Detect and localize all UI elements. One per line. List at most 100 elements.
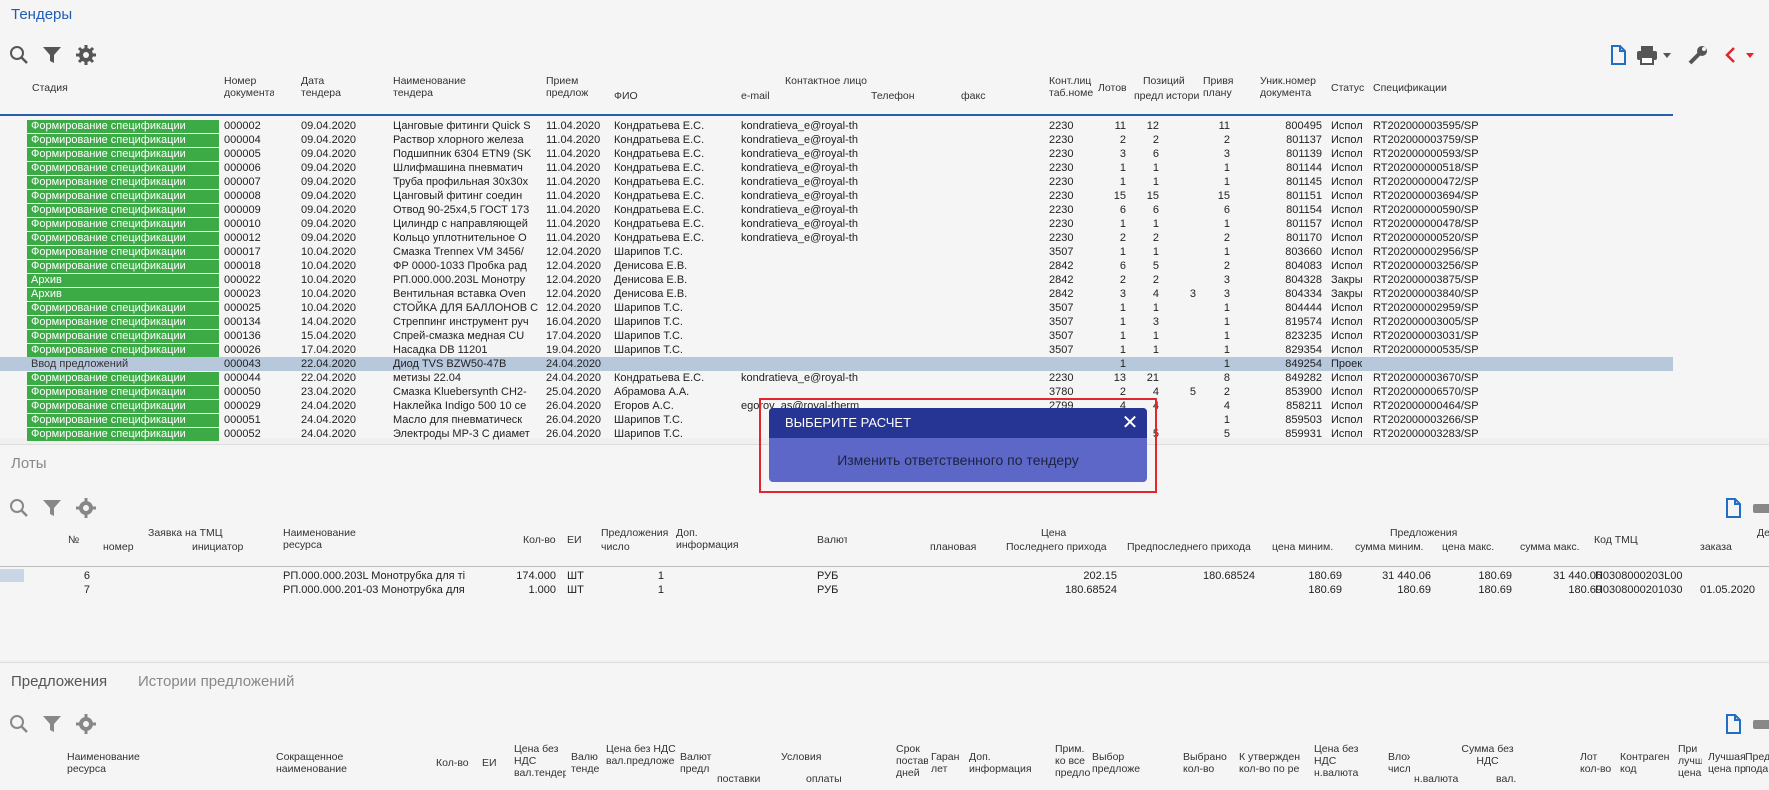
search-icon[interactable] <box>8 497 30 519</box>
col-pos-history[interactable]: истори <box>1166 90 1202 102</box>
col-order[interactable]: заказа <box>1700 541 1760 553</box>
col-offer-choose[interactable]: Выбор предложе <box>1092 751 1144 775</box>
document-icon[interactable] <box>1607 44 1629 66</box>
table-row[interactable]: Формирование спецификации 000008 09.04.202… <box>0 189 1673 203</box>
col-offer-note[interactable]: Прим. ко все предлож <box>1055 743 1090 779</box>
filter-icon[interactable] <box>41 497 63 519</box>
print-icon[interactable] <box>1636 44 1674 66</box>
col-price-min[interactable]: цена миним. <box>1272 541 1337 553</box>
settings-gear-icon[interactable] <box>75 497 97 519</box>
settings-gear-icon[interactable] <box>75 713 97 735</box>
col-req-no[interactable]: номер <box>103 541 163 553</box>
table-row[interactable]: Формирование спецификации 000005 09.04.202… <box>0 147 1673 161</box>
col-uniq[interactable]: Уник.номер документа <box>1260 75 1332 99</box>
col-fio[interactable]: ФИО <box>614 90 654 102</box>
wrench-icon[interactable] <box>1687 44 1709 66</box>
print-icon[interactable] <box>1752 497 1769 519</box>
col-offer-guar[interactable]: Гаран лет <box>931 751 963 775</box>
table-row[interactable]: Формирование спецификации 000007 09.04.202… <box>0 175 1673 189</box>
col-unit[interactable]: ЕИ <box>567 534 587 546</box>
col-spec[interactable]: Спецификации <box>1373 82 1473 94</box>
col-offer-info[interactable]: Доп. информация <box>969 751 1049 775</box>
search-icon[interactable] <box>8 44 30 66</box>
col-offer-lot[interactable]: Лот кол-во <box>1580 751 1620 775</box>
table-row[interactable]: Формирование спецификации 000002 09.04.202… <box>0 119 1673 133</box>
col-date[interactable]: Дата тендера <box>301 75 351 99</box>
col-lot-no[interactable]: № <box>68 534 88 546</box>
filter-icon[interactable] <box>41 44 63 66</box>
col-stage[interactable]: Стадия <box>32 82 192 94</box>
document-icon[interactable] <box>1722 497 1744 519</box>
col-offer-pred[interactable]: Пред пода <box>1745 751 1769 775</box>
table-row[interactable]: Формирование спецификации 000025 10.04.202… <box>0 301 1673 315</box>
table-row[interactable]: Формирование спецификации 000134 14.04.202… <box>0 315 1673 329</box>
back-arrow-icon[interactable] <box>1720 44 1760 66</box>
table-row[interactable]: Формирование спецификации 000018 10.04.202… <box>0 259 1673 273</box>
col-offer-best2[interactable]: Лучшая цена пр <box>1708 751 1746 775</box>
col-offer-term[interactable]: Срок постав дней <box>896 743 928 779</box>
tab-offers[interactable]: Предложения <box>11 673 107 690</box>
col-fax[interactable]: факс <box>961 90 1001 102</box>
change-responsible-menu-item[interactable]: Изменить ответственного по тендеру <box>769 438 1147 482</box>
col-accept[interactable]: Прием предлож <box>546 75 602 99</box>
col-lots[interactable]: Лотов <box>1098 82 1133 94</box>
table-row[interactable]: Формирование спецификации 000010 09.04.202… <box>0 217 1673 231</box>
col-currency[interactable]: Валют <box>817 534 847 546</box>
col-offer-price[interactable]: Цена без НДС вал.тендер <box>514 743 566 779</box>
table-row[interactable]: Архив 000023 10.04.2020 Вентильная вставка … <box>0 287 1673 301</box>
col-offers-num[interactable]: число <box>601 541 641 553</box>
table-row[interactable]: Формирование спецификации 000004 09.04.202… <box>0 133 1673 147</box>
col-offer-best[interactable]: При лучш цена <box>1678 743 1702 779</box>
col-offer-price2[interactable]: Цена без НДС вал.предложе <box>606 743 678 767</box>
filter-icon[interactable] <box>41 713 63 735</box>
col-doc-no[interactable]: Номер документа <box>224 75 274 99</box>
table-row[interactable]: Формирование спецификации 000012 09.04.202… <box>0 231 1673 245</box>
table-row[interactable]: Формирование спецификации 000050 23.04.202… <box>0 385 1673 399</box>
table-row[interactable]: Архив 000022 10.04.2020 РП.000.000.203L Мон… <box>0 273 1673 287</box>
table-row[interactable]: 6 РП.000.000.203L Монотрубка для ті 174.00… <box>0 569 1769 583</box>
col-offer-sum-val[interactable]: вал. <box>1496 773 1526 785</box>
close-icon[interactable]: ✕ <box>1119 412 1141 434</box>
col-offer-deliv[interactable]: поставки <box>717 773 777 785</box>
search-icon[interactable] <box>8 713 30 735</box>
table-row[interactable]: Формирование спецификации 000006 09.04.202… <box>0 161 1673 175</box>
col-last-in[interactable]: Последнего прихода <box>1006 541 1121 553</box>
col-pos-offers[interactable]: предл <box>1134 90 1164 102</box>
table-row[interactable]: Формирование спецификации 000136 15.04.202… <box>0 329 1673 343</box>
col-plan[interactable]: Привя плану <box>1203 75 1235 99</box>
col-planned[interactable]: плановая <box>930 541 980 553</box>
print-icon[interactable] <box>1752 713 1769 735</box>
col-offer-approve[interactable]: К утвержден кол-во по ре <box>1239 751 1311 775</box>
col-offer-attach[interactable]: Влож числ <box>1388 751 1410 775</box>
col-offer-qty[interactable]: Кол-во <box>436 757 476 769</box>
col-offer-sum-cur[interactable]: н.валюта <box>1414 773 1474 785</box>
col-offer-pay[interactable]: оплаты <box>806 773 866 785</box>
table-row[interactable]: 7 РП.000.000.201-03 Монотрубка для 1.000 ШТ… <box>0 583 1769 597</box>
col-status[interactable]: Статус <box>1331 82 1366 94</box>
col-prev-in[interactable]: Предпоследнего прихода <box>1127 541 1262 553</box>
table-row[interactable]: Формирование спецификации 000009 09.04.202… <box>0 203 1673 217</box>
col-offer-cur2[interactable]: Валют предл <box>680 751 713 775</box>
col-resource[interactable]: Наименование ресурса <box>283 527 373 551</box>
col-offer-unit[interactable]: ЕИ <box>482 757 502 769</box>
col-offer-cur1[interactable]: Валю тенде <box>571 751 601 775</box>
col-qty[interactable]: Кол-во <box>523 534 563 546</box>
document-icon[interactable] <box>1722 713 1744 735</box>
col-sum-min[interactable]: сумма миним. <box>1355 541 1425 553</box>
col-sum-max[interactable]: сумма макс. <box>1520 541 1586 553</box>
col-phone[interactable]: Телефон <box>871 90 931 102</box>
col-offer-resource[interactable]: Наименование ресурса <box>67 751 157 775</box>
col-add-info[interactable]: Доп. информация <box>676 527 756 551</box>
col-email[interactable]: e-mail <box>741 90 781 102</box>
col-offer-chosen[interactable]: Выбрано кол-во <box>1183 751 1231 775</box>
col-name[interactable]: Наименование тендера <box>393 75 483 99</box>
settings-gear-icon[interactable] <box>75 44 97 66</box>
row-selector[interactable] <box>0 569 24 582</box>
col-price-max[interactable]: цена макс. <box>1442 541 1502 553</box>
col-code[interactable]: Код ТМЦ <box>1594 534 1644 546</box>
table-row[interactable]: Ввод предложений 000043 22.04.2020 Диод TVS… <box>0 357 1673 371</box>
col-req-init[interactable]: инициатор <box>192 541 262 553</box>
col-cont-tab[interactable]: Конт.лиц таб.номе <box>1049 75 1096 99</box>
table-row[interactable]: Формирование спецификации 000026 17.04.202… <box>0 343 1673 357</box>
col-offer-contr[interactable]: Контраген код <box>1620 751 1670 775</box>
